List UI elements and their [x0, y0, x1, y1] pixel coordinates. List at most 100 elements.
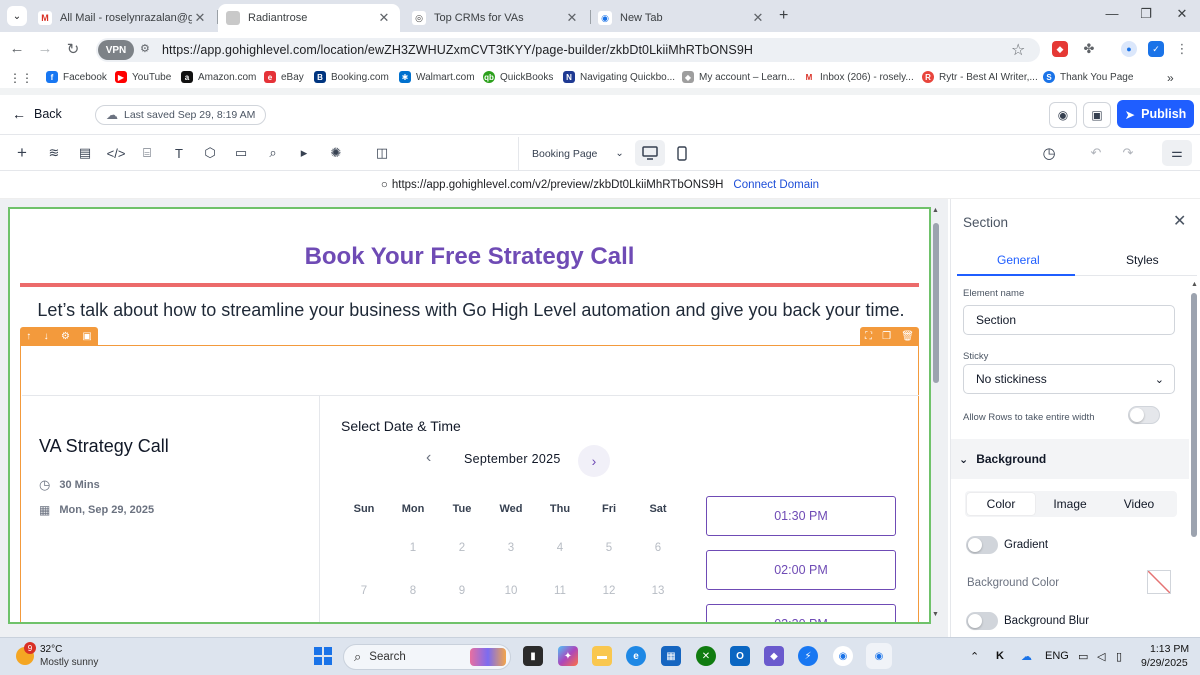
close-tab-icon[interactable]: ✕	[376, 10, 392, 26]
preview-eye-button[interactable]: ◉	[1049, 102, 1077, 128]
bookmark-navigating-quickbooks[interactable]: N Navigating Quickbo...	[563, 71, 675, 83]
browser-tab-gmail[interactable]: M All Mail - roselynrazalan@gmail ✕	[30, 4, 216, 32]
browser-tab-crms[interactable]: ◎ Top CRMs for VAs ✕	[404, 4, 588, 32]
canvas-scrollbar[interactable]: ▲ ▼	[932, 207, 940, 624]
redo-icon[interactable]: ↷	[1119, 144, 1137, 162]
preview-url-link[interactable]: https://app.gohighlevel.com/v2/preview/z…	[392, 179, 724, 191]
bookmark-walmart[interactable]: ✱ Walmart.com	[399, 71, 475, 83]
time-slot-button[interactable]: 01:30 PM	[706, 496, 896, 536]
background-color-swatch[interactable]	[1147, 570, 1171, 594]
arrow-down-icon[interactable]: ↓	[44, 331, 49, 342]
split-view-icon[interactable]: ◫	[373, 144, 391, 162]
layers-icon[interactable]: ≋	[45, 144, 63, 162]
settings-sliders-icon[interactable]: ⚌	[1162, 140, 1192, 166]
expand-icon[interactable]: ⛶	[865, 331, 872, 342]
store-icon[interactable]: ▦	[661, 646, 681, 666]
edge-icon[interactable]: e	[626, 646, 646, 666]
bookmarks-more-button[interactable]: »	[1167, 71, 1174, 85]
calendar-day[interactable]: 5	[589, 542, 629, 554]
panel-scrollbar[interactable]: ▲	[1189, 279, 1199, 637]
pages-icon[interactable]: ▤	[76, 144, 94, 162]
calendar-day[interactable]: 2	[442, 542, 482, 554]
bookmark-amazon[interactable]: a Amazon.com	[181, 71, 256, 83]
bookmark-star-icon[interactable]: ☆	[1011, 40, 1025, 60]
divider-line[interactable]	[20, 283, 919, 287]
bg-tab-color[interactable]: Color	[967, 493, 1035, 515]
code-icon[interactable]: </>	[107, 144, 126, 162]
background-blur-toggle[interactable]	[966, 612, 998, 630]
next-month-button[interactable]: ›	[578, 445, 610, 477]
file-explorer-icon[interactable]: ▬	[592, 646, 612, 666]
chrome-active-icon[interactable]: ◉	[866, 643, 892, 669]
paint-brush-icon[interactable]: ⌸	[138, 144, 156, 162]
security-extension-icon[interactable]: ✓	[1148, 41, 1164, 57]
tab-styles[interactable]: Styles	[1126, 253, 1159, 267]
time-slot-button[interactable]: 02:30 PM	[706, 604, 896, 622]
add-element-icon[interactable]: +	[13, 143, 31, 162]
canvas-scrollbar-thumb[interactable]	[933, 223, 939, 383]
browser-tab-new-tab[interactable]: ◉ New Tab ✕	[590, 4, 774, 32]
gradient-toggle[interactable]	[966, 536, 998, 554]
tray-app-icon[interactable]: K	[996, 650, 1004, 662]
background-section-header[interactable]: ⌄ Background	[951, 439, 1189, 479]
restore-button[interactable]: ❐	[1138, 6, 1154, 22]
tab-search-button[interactable]: ⌄	[7, 6, 27, 26]
terminal-icon[interactable]: ▸	[295, 144, 313, 162]
weather-temp[interactable]: 32°C	[40, 644, 62, 655]
bookmark-facebook[interactable]: f Facebook	[46, 71, 107, 83]
calendar-day[interactable]: 6	[638, 542, 678, 554]
reload-icon[interactable]: ↻	[63, 40, 83, 58]
taskbar-search[interactable]: ⌕ Search	[343, 644, 511, 670]
calendar-day[interactable]: 11	[540, 585, 580, 597]
page-subheadline[interactable]: Let’s talk about how to streamline your …	[24, 299, 918, 322]
apps-grid-icon[interactable]: ⋮⋮	[9, 71, 33, 85]
forward-arrow-icon[interactable]: →	[35, 40, 55, 57]
calendar-widget[interactable]: VA Strategy Call ◷ 30 Mins ▦ Mon, Sep 29…	[22, 395, 919, 622]
time-slot-button[interactable]: 02:00 PM	[706, 550, 896, 590]
vpn-chip[interactable]: VPN	[98, 40, 134, 60]
bookmark-quickbooks[interactable]: qb QuickBooks	[483, 71, 553, 83]
windows-start-icon[interactable]	[314, 647, 332, 665]
back-arrow-icon[interactable]: ←	[7, 40, 27, 57]
history-icon[interactable]: ◷	[1040, 144, 1058, 162]
panel-scrollbar-thumb[interactable]	[1191, 293, 1197, 537]
bookmark-booking[interactable]: B Booking.com	[314, 71, 389, 83]
calendar-day[interactable]: 12	[589, 585, 629, 597]
close-tab-icon[interactable]: ✕	[564, 10, 580, 26]
outlook-icon[interactable]: O	[730, 646, 750, 666]
bg-tab-image[interactable]: Image	[1036, 493, 1104, 515]
allow-rows-toggle[interactable]	[1128, 406, 1160, 424]
calendar-day[interactable]: 10	[491, 585, 531, 597]
messenger-icon[interactable]: ⚡	[798, 646, 818, 666]
volume-icon[interactable]: ◁	[1097, 650, 1105, 663]
bookmark-inbox[interactable]: M Inbox (206) - rosely...	[803, 71, 914, 83]
bookmark-my-account[interactable]: ◆ My account – Learn...	[682, 71, 795, 83]
calendar-day[interactable]: 13	[638, 585, 678, 597]
back-button[interactable]: ← Back	[12, 106, 62, 122]
tab-general[interactable]: General	[997, 253, 1040, 267]
clock-time[interactable]: 1:13 PM	[1150, 643, 1189, 655]
close-tab-icon[interactable]: ✕	[192, 10, 208, 26]
calendar-day[interactable]: 4	[540, 542, 580, 554]
element-name-input[interactable]: Section	[963, 305, 1175, 335]
seo-search-icon[interactable]: ⌕	[264, 144, 282, 162]
battery-icon[interactable]: ▯	[1116, 650, 1122, 663]
close-window-button[interactable]: ✕	[1174, 6, 1190, 22]
xbox-icon[interactable]: ✕	[696, 646, 716, 666]
trash-icon[interactable]: 🗑	[901, 331, 914, 342]
extensions-puzzle-icon[interactable]: ✤	[1081, 41, 1097, 57]
save-button[interactable]: ▣	[1083, 102, 1111, 128]
task-view-icon[interactable]: ▮	[523, 646, 543, 666]
desktop-view-button[interactable]	[635, 140, 665, 166]
sticky-select[interactable]: No stickiness ⌄	[963, 364, 1175, 394]
calendar-day[interactable]: 8	[393, 585, 433, 597]
browser-tab-radiantrose[interactable]: Radiantrose ✕	[218, 4, 400, 32]
calendar-day[interactable]: 1	[393, 542, 433, 554]
bookmark-thank-you-page[interactable]: S Thank You Page	[1043, 71, 1133, 83]
bookmark-rytr[interactable]: R Rytr - Best AI Writer,...	[922, 71, 1038, 83]
page-canvas-section[interactable]: Book Your Free Strategy Call Let’s talk …	[8, 207, 931, 624]
minimize-button[interactable]: —	[1104, 6, 1120, 21]
page-select-dropdown[interactable]: Booking Page ⌄	[518, 137, 630, 170]
mobile-view-button[interactable]	[667, 140, 697, 166]
page-headline[interactable]: Book Your Free Strategy Call	[20, 243, 919, 271]
